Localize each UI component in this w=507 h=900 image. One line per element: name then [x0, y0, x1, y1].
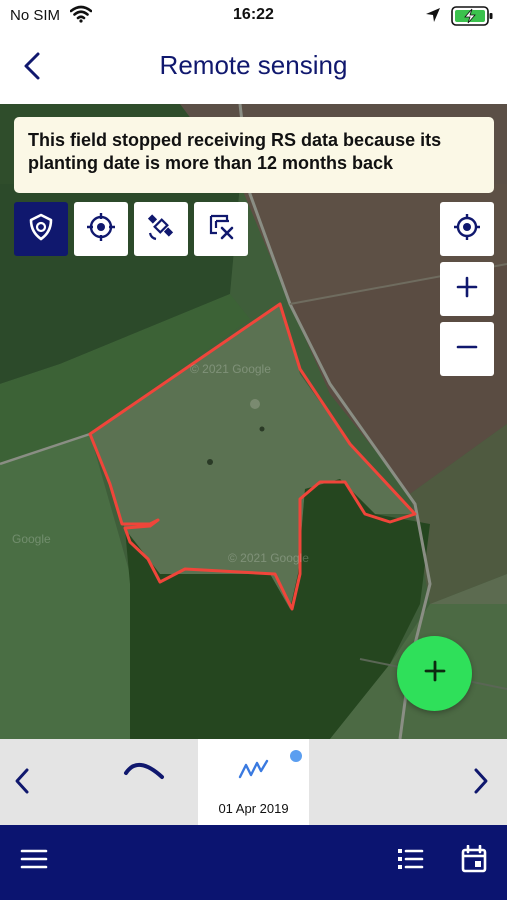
loading-spinner-icon: [118, 753, 174, 798]
new-data-indicator: [290, 750, 302, 762]
rs-notice-banner: This field stopped receiving RS data bec…: [14, 117, 494, 193]
satellite-icon: [145, 211, 177, 248]
menu-icon: [20, 848, 48, 875]
calendar-icon: [461, 844, 487, 878]
zoom-out-button[interactable]: [440, 322, 494, 376]
satellite-map[interactable]: © 2021 Google © 2021 Google Google This …: [0, 104, 507, 739]
my-location-button[interactable]: [440, 202, 494, 256]
previous-date-button[interactable]: [4, 761, 40, 805]
bottom-toolbar: [0, 825, 507, 900]
zoom-out-icon: [455, 335, 479, 364]
date-label: 01 Apr 2019: [218, 801, 289, 816]
page-title: Remote sensing: [159, 50, 348, 80]
focus-field-button[interactable]: [74, 202, 128, 256]
field-shield-button[interactable]: [14, 202, 68, 256]
satellite-button[interactable]: [134, 202, 188, 256]
next-date-button[interactable]: [463, 761, 499, 805]
date-item-selected[interactable]: 01 Apr 2019: [198, 739, 309, 825]
date-strip: 01 Apr 2019: [0, 739, 507, 825]
chevron-right-icon: [472, 767, 490, 800]
plus-icon: [423, 659, 447, 688]
calendar-button[interactable]: [456, 843, 492, 879]
zoom-in-button[interactable]: [440, 262, 494, 316]
crosshair-icon: [85, 211, 117, 248]
map-watermark: © 2021 Google: [190, 362, 271, 376]
location-arrow-icon: [425, 7, 441, 28]
header: Remote sensing: [0, 32, 507, 104]
my-location-icon: [452, 212, 482, 247]
ndvi-chart-icon: [238, 757, 270, 786]
chevron-left-icon: [13, 767, 31, 800]
zoom-in-icon: [455, 275, 479, 304]
status-bar: No SIM 16:22: [0, 0, 507, 32]
map-watermark: Google: [12, 532, 51, 546]
menu-button[interactable]: [16, 843, 52, 879]
shield-check-icon: [26, 212, 56, 247]
map-watermark: © 2021 Google: [228, 551, 309, 565]
add-button[interactable]: [397, 636, 472, 711]
list-icon: [396, 847, 424, 876]
remove-layer-button[interactable]: [194, 202, 248, 256]
list-view-button[interactable]: [392, 843, 428, 879]
battery-charging-icon: [451, 6, 495, 31]
layers-remove-icon: [205, 211, 237, 248]
